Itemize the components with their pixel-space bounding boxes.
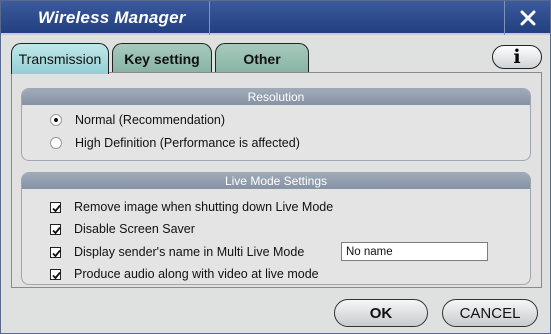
checkbox-remove-image-box[interactable] <box>50 201 61 213</box>
checkmark-icon <box>52 271 61 279</box>
checkbox-produce-audio[interactable]: Produce audio along with video at live m… <box>50 266 319 282</box>
radio-high-definition-button[interactable] <box>50 137 62 149</box>
checkbox-remove-image[interactable]: Remove image when shutting down Live Mod… <box>50 199 333 215</box>
checkmark-icon <box>52 204 61 212</box>
sender-name-input[interactable] <box>341 242 488 261</box>
title-bar[interactable]: Wireless Manager <box>1 1 550 35</box>
close-button[interactable] <box>504 1 550 35</box>
tab-key-setting[interactable]: Key setting <box>112 43 212 73</box>
window-title: Wireless Manager <box>38 8 186 27</box>
checkbox-display-sender-name-box[interactable] <box>50 246 61 258</box>
radio-normal-label: Normal (Recommendation) <box>75 113 226 127</box>
checkbox-disable-screensaver-box[interactable] <box>50 223 61 235</box>
radio-normal[interactable]: Normal (Recommendation) <box>50 112 225 128</box>
checkmark-icon <box>52 226 61 234</box>
tab-other[interactable]: Other <box>215 43 309 73</box>
checkmark-icon <box>52 249 61 257</box>
checkbox-disable-screensaver-label: Disable Screen Saver <box>74 222 195 236</box>
checkbox-produce-audio-label: Produce audio along with video at live m… <box>74 267 319 281</box>
checkbox-produce-audio-box[interactable] <box>50 268 61 280</box>
radio-high-definition[interactable]: High Definition (Performance is affected… <box>50 135 300 151</box>
info-icon: i <box>513 46 521 68</box>
cancel-button[interactable]: CANCEL <box>442 299 538 327</box>
title-separator <box>209 1 210 35</box>
checkbox-disable-screensaver[interactable]: Disable Screen Saver <box>50 221 195 237</box>
wireless-manager-window: Wireless Manager Transmission Key settin… <box>0 0 551 334</box>
checkbox-remove-image-label: Remove image when shutting down Live Mod… <box>74 200 334 214</box>
checkbox-display-sender-name[interactable]: Display sender's name in Multi Live Mode <box>50 244 304 260</box>
info-button[interactable]: i <box>492 45 542 69</box>
live-mode-header: Live Mode Settings <box>22 173 530 189</box>
radio-high-definition-label: High Definition (Performance is affected… <box>75 136 300 150</box>
ok-button[interactable]: OK <box>334 299 428 327</box>
resolution-header: Resolution <box>22 89 530 105</box>
radio-normal-button[interactable] <box>50 114 62 126</box>
close-icon <box>520 10 535 26</box>
tab-transmission[interactable]: Transmission <box>11 43 109 74</box>
checkbox-display-sender-name-label: Display sender's name in Multi Live Mode <box>74 245 305 259</box>
